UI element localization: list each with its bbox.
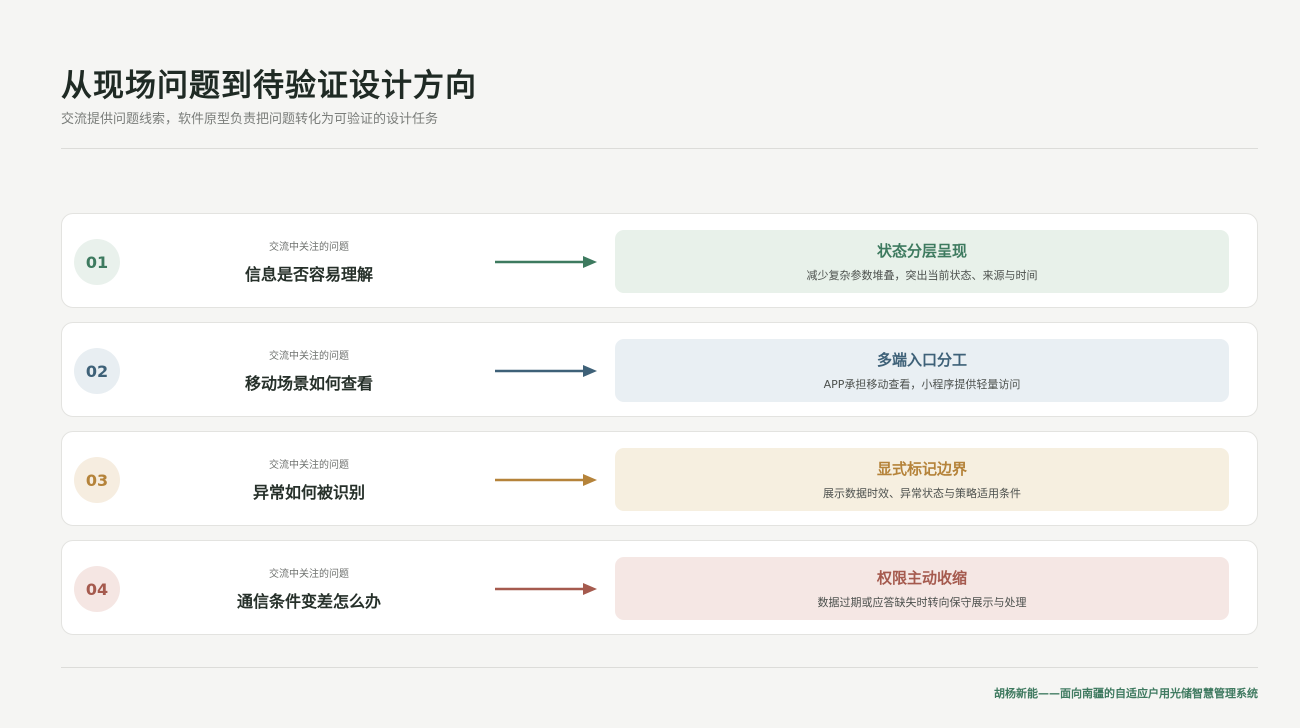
footer-caption: 胡杨新能——面向南疆的自适应户用光储智慧管理系统 [994,687,1258,700]
design-direction-card: 权限主动收缩 数据过期或应答缺失时转向保守展示与处理 [615,557,1229,620]
row-number-badge: 04 [74,566,120,612]
mapping-list: 01 交流中关注的问题 信息是否容易理解 状态分层呈现 减少复杂参数堆叠，突出当… [61,213,1258,649]
mapping-row-04: 04 交流中关注的问题 通信条件变差怎么办 权限主动收缩 数据过期或应答缺失时转… [61,540,1258,635]
question-text: 异常如何被识别 [252,483,365,502]
mapping-row-01: 01 交流中关注的问题 信息是否容易理解 状态分层呈现 减少复杂参数堆叠，突出当… [61,213,1258,308]
arrow-right-icon [495,583,597,595]
design-direction-card: 多端入口分工 APP承担移动查看，小程序提供轻量访问 [615,339,1229,402]
question-text: 通信条件变差怎么办 [236,592,381,611]
question-label: 交流中关注的问题 [269,460,349,471]
direction-title: 显式标记边界 [876,460,967,478]
mapping-row-02: 02 交流中关注的问题 移动场景如何查看 多端入口分工 APP承担移动查看，小程… [61,322,1258,417]
direction-title: 多端入口分工 [876,351,967,369]
row-number-badge: 03 [74,457,120,503]
arrow-right-icon [495,474,597,486]
question-label: 交流中关注的问题 [269,351,349,362]
question-label: 交流中关注的问题 [269,569,349,580]
footer-divider [61,667,1258,668]
direction-description: 数据过期或应答缺失时转向保守展示与处理 [817,596,1027,609]
row-number-badge: 01 [74,239,120,285]
direction-title: 状态分层呈现 [876,242,967,260]
mapping-row-03: 03 交流中关注的问题 异常如何被识别 显式标记边界 展示数据时效、异常状态与策… [61,431,1258,526]
design-direction-card: 状态分层呈现 减少复杂参数堆叠，突出当前状态、来源与时间 [615,230,1229,293]
design-direction-card: 显式标记边界 展示数据时效、异常状态与策略适用条件 [615,448,1229,511]
row-number-badge: 02 [74,348,120,394]
direction-description: 减少复杂参数堆叠，突出当前状态、来源与时间 [806,269,1038,282]
direction-title: 权限主动收缩 [876,569,967,587]
page-title: 从现场问题到待验证设计方向 [61,68,477,104]
direction-description: 展示数据时效、异常状态与策略适用条件 [823,487,1021,500]
page-subtitle: 交流提供问题线索，软件原型负责把问题转化为可验证的设计任务 [61,112,439,127]
question-text: 移动场景如何查看 [244,374,373,393]
arrow-right-icon [495,256,597,268]
question-label: 交流中关注的问题 [269,242,349,253]
question-text: 信息是否容易理解 [244,265,373,284]
direction-description: APP承担移动查看，小程序提供轻量访问 [823,378,1021,391]
arrow-right-icon [495,365,597,377]
header-divider [61,148,1258,149]
